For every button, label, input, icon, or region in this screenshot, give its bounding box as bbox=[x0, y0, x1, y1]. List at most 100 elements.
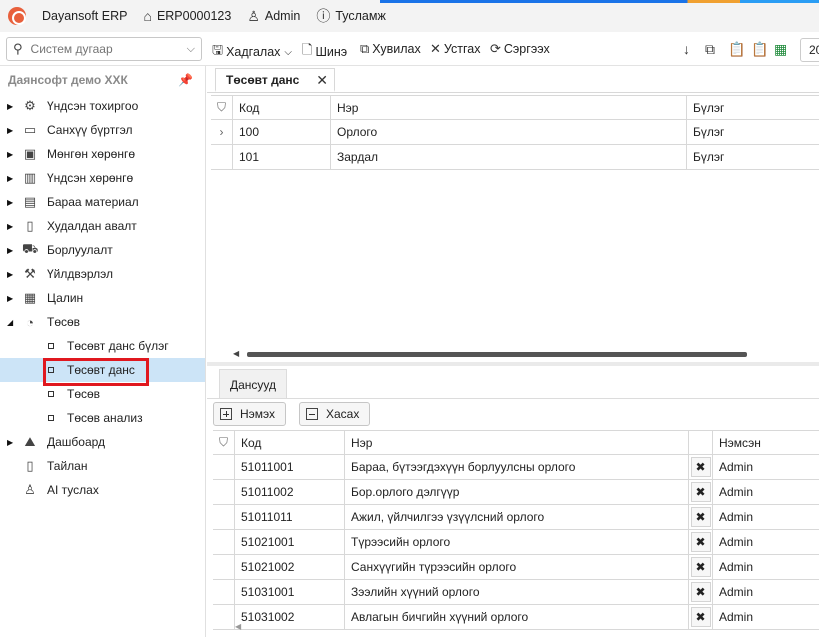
cell-name[interactable]: Түрээсийн орлого bbox=[345, 530, 689, 554]
cell-name[interactable]: Зардал bbox=[331, 145, 687, 169]
expand-icon[interactable]: ▶ bbox=[7, 198, 13, 207]
column-header-group[interactable]: Бүлэг bbox=[687, 96, 819, 119]
cell-name[interactable]: Зээлийн хүүний орлого bbox=[345, 580, 689, 604]
sidebar-item-settings[interactable]: ▶ ⚙ Үндсэн тохиргоо bbox=[0, 94, 205, 118]
company-selector[interactable]: ⌂ ERP0000123 bbox=[143, 8, 231, 24]
horizontal-scrollbar-bottom[interactable]: ◀ bbox=[235, 622, 815, 631]
search-input[interactable] bbox=[30, 42, 187, 56]
expand-icon[interactable]: ▶ bbox=[7, 222, 13, 231]
sidebar-item-budget-account-group[interactable]: Төсөвт данс бүлэг bbox=[0, 334, 205, 358]
delete-button[interactable]: ✕ Устгах bbox=[430, 41, 480, 57]
sidebar-item-budget-item[interactable]: Төсөв bbox=[0, 382, 205, 406]
cell-added-by[interactable]: Admin bbox=[713, 480, 819, 504]
cell-group[interactable]: Бүлэг bbox=[687, 145, 819, 169]
sidebar-item-sales[interactable]: ▶ ⛟ Борлуулалт bbox=[0, 238, 205, 262]
delete-row-icon[interactable]: ✖ bbox=[690, 582, 711, 602]
tab-accounts[interactable]: Дансууд bbox=[219, 369, 287, 399]
expand-icon[interactable]: ▶ bbox=[7, 270, 13, 279]
download-icon[interactable]: ↓ bbox=[683, 41, 690, 57]
cell-code[interactable]: 51031001 bbox=[235, 580, 345, 604]
table-row[interactable]: 51031001 Зээлийн хүүний орлого ✖ Admin bbox=[213, 580, 819, 605]
search-box[interactable]: ⚲ ⌵ bbox=[6, 37, 202, 61]
cell-code[interactable]: 51021002 bbox=[235, 555, 345, 579]
cell-name[interactable]: Орлого bbox=[331, 120, 687, 144]
column-header-name[interactable]: Нэр bbox=[345, 431, 689, 454]
cell-code[interactable]: 51011002 bbox=[235, 480, 345, 504]
filter-icon[interactable]: ⛉ bbox=[211, 96, 233, 119]
sidebar-item-purchase[interactable]: ▶ ▯ Худалдан авалт bbox=[0, 214, 205, 238]
cell-name[interactable]: Ажил, үйлчилгээ үзүүлсний орлого bbox=[345, 505, 689, 529]
add-button[interactable]: Нэмэх bbox=[213, 402, 287, 426]
sidebar-item-dashboard[interactable]: ▶ ⛰ Дашбоард bbox=[0, 430, 205, 454]
pin-icon[interactable]: 📌 bbox=[178, 73, 193, 87]
sidebar-item-inventory[interactable]: ▶ ▤ Бараа материал bbox=[0, 190, 205, 214]
close-icon[interactable]: ✕ bbox=[316, 72, 328, 89]
column-header-code[interactable]: Код bbox=[235, 431, 345, 454]
table-row[interactable]: 51021002 Санхүүгийн түрээсийн орлого ✖ A… bbox=[213, 555, 819, 580]
paste-icon[interactable]: 📋 bbox=[728, 41, 745, 58]
copy-button[interactable]: ⧉ Хувилах bbox=[360, 41, 421, 57]
cell-added-by[interactable]: Admin bbox=[713, 580, 819, 604]
column-header-name[interactable]: Нэр bbox=[331, 96, 687, 119]
sidebar-item-payroll[interactable]: ▶ ▦ Цалин bbox=[0, 286, 205, 310]
sidebar-item-budget-analysis[interactable]: Төсөв анализ bbox=[0, 406, 205, 430]
expand-icon[interactable]: ▶ bbox=[7, 174, 13, 183]
scroll-left-icon[interactable]: ◀ bbox=[233, 349, 239, 358]
sidebar-item-reports[interactable]: ▯ Тайлан bbox=[0, 454, 205, 478]
expand-icon[interactable]: ▶ bbox=[7, 150, 13, 159]
table-row[interactable]: 51011011 Ажил, үйлчилгээ үзүүлсний орлог… bbox=[213, 505, 819, 530]
column-header-code[interactable]: Код bbox=[233, 96, 331, 119]
clipboard-icon[interactable]: 📋 bbox=[751, 41, 768, 58]
sidebar-item-budget[interactable]: ◢ ◔ Төсөв bbox=[0, 310, 205, 334]
excel-icon[interactable]: ▦ bbox=[774, 41, 787, 58]
horizontal-scrollbar[interactable]: ◀ bbox=[233, 349, 817, 359]
sidebar-item-ai[interactable]: ♙ AI туслах bbox=[0, 478, 205, 502]
tab-budget-account[interactable]: Төсөвт данс ✕ bbox=[215, 68, 335, 92]
delete-row-icon[interactable]: ✖ bbox=[690, 507, 711, 527]
cell-name[interactable]: Бор.орлого дэлгүүр bbox=[345, 480, 689, 504]
chevron-down-icon[interactable]: ⌵ bbox=[187, 43, 195, 56]
table-row[interactable]: 51011002 Бор.орлого дэлгүүр ✖ Admin bbox=[213, 480, 819, 505]
year-selector[interactable]: 20 bbox=[800, 38, 819, 62]
cell-added-by[interactable]: Admin bbox=[713, 505, 819, 529]
column-header-added-by[interactable]: Нэмсэн bbox=[713, 431, 819, 454]
expand-icon[interactable]: ▶ bbox=[7, 246, 13, 255]
user-menu[interactable]: ♙ Admin bbox=[247, 8, 300, 25]
table-row[interactable]: 51011001 Бараа, бүтээгдэхүүн борлуулсны … bbox=[213, 455, 819, 480]
table-row[interactable]: 51021001 Түрээсийн орлого ✖ Admin bbox=[213, 530, 819, 555]
cell-name[interactable]: Бараа, бүтээгдэхүүн борлуулсны орлого bbox=[345, 455, 689, 479]
delete-row-icon[interactable]: ✖ bbox=[690, 557, 711, 577]
expand-icon[interactable]: ▶ bbox=[7, 126, 13, 135]
expand-icon[interactable]: ▶ bbox=[7, 102, 13, 111]
cell-code[interactable]: 100 bbox=[233, 120, 331, 144]
filter-icon[interactable]: ⛉ bbox=[213, 431, 235, 454]
sidebar-item-finance[interactable]: ▶ ▭ Санхүү бүртгэл bbox=[0, 118, 205, 142]
cell-code[interactable]: 51011001 bbox=[235, 455, 345, 479]
table-row[interactable]: › 100 Орлого Бүлэг bbox=[211, 120, 819, 145]
save-button[interactable]: 🖫 Хадгалах ⌵ bbox=[212, 41, 292, 63]
expand-icon[interactable]: ▶ bbox=[7, 438, 13, 447]
delete-row-icon[interactable]: ✖ bbox=[690, 457, 711, 477]
splitter[interactable] bbox=[207, 362, 819, 366]
table-row[interactable]: 101 Зардал Бүлэг bbox=[211, 145, 819, 170]
save-dropdown-icon[interactable]: ⌵ bbox=[284, 47, 292, 58]
sidebar-item-production[interactable]: ▶ ⚒ Үйлдвэрлэл bbox=[0, 262, 205, 286]
remove-button[interactable]: Хасах bbox=[299, 402, 371, 426]
cell-added-by[interactable]: Admin bbox=[713, 455, 819, 479]
delete-row-icon[interactable]: ✖ bbox=[690, 482, 711, 502]
cell-name[interactable]: Санхүүгийн түрээсийн орлого bbox=[345, 555, 689, 579]
delete-row-icon[interactable]: ✖ bbox=[690, 532, 711, 552]
cell-group[interactable]: Бүлэг bbox=[687, 120, 819, 144]
refresh-button[interactable]: ⟳ Сэргээх bbox=[490, 41, 550, 57]
sidebar-item-fixed-assets[interactable]: ▶ ▥ Үндсэн хөрөнгө bbox=[0, 166, 205, 190]
expand-icon[interactable]: ▶ bbox=[7, 294, 13, 303]
cell-added-by[interactable]: Admin bbox=[713, 530, 819, 554]
sidebar-item-cash[interactable]: ▶ ▣ Мөнгөн хөрөнгө bbox=[0, 142, 205, 166]
cell-code[interactable]: 51021001 bbox=[235, 530, 345, 554]
cell-code[interactable]: 101 bbox=[233, 145, 331, 169]
sidebar-item-budget-account[interactable]: Төсөвт данс bbox=[0, 358, 205, 382]
cell-added-by[interactable]: Admin bbox=[713, 555, 819, 579]
help-menu[interactable]: ⓘ Тусламж bbox=[316, 6, 386, 26]
new-button[interactable]: 🗋 Шинэ bbox=[302, 41, 347, 63]
collapse-icon[interactable]: ◢ bbox=[7, 318, 13, 327]
